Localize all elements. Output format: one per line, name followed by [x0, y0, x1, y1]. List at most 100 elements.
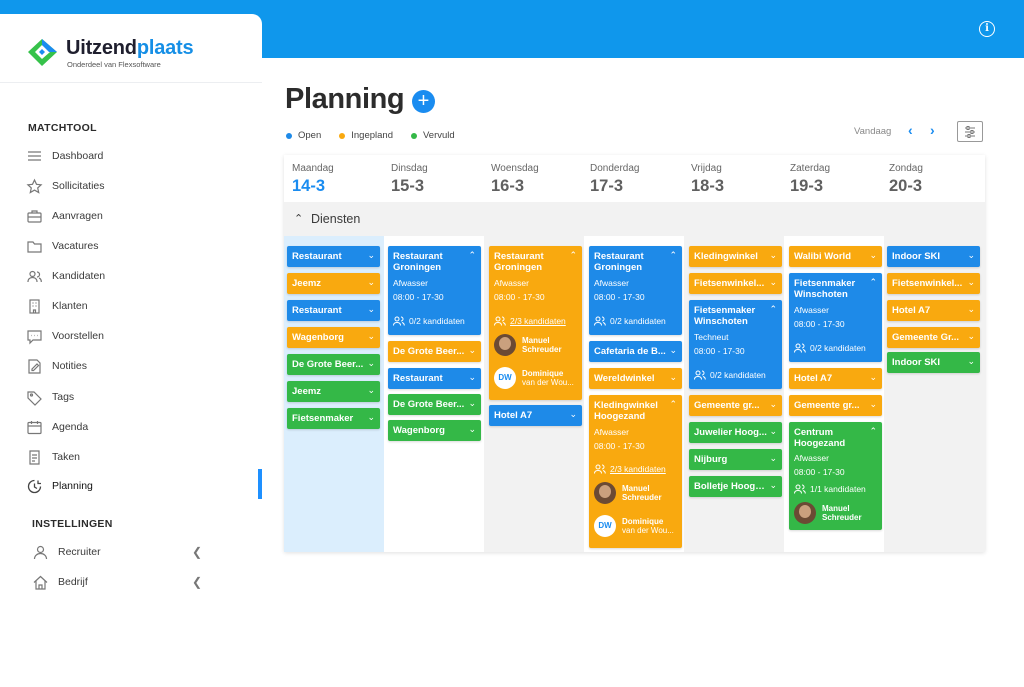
candidates-count[interactable]: 1/1 kandidaten	[794, 484, 866, 494]
chevron-down-icon[interactable]: ⌄	[367, 385, 375, 396]
today-button[interactable]: Vandaag	[854, 126, 891, 137]
shift-card[interactable]: Restaurant ⌄	[287, 300, 380, 321]
chevron-down-icon[interactable]: ⌄	[967, 331, 975, 342]
shift-card[interactable]: Gemeente Gr... ⌄	[887, 327, 980, 348]
chevron-up-icon[interactable]: ⌃	[468, 250, 476, 261]
chevron-down-icon[interactable]: ⌄	[468, 398, 476, 409]
chevron-down-icon[interactable]: ⌄	[367, 277, 375, 288]
shift-card-expanded[interactable]: Kledingwinkel Hoogezand ⌃ Afwasser 08:00 …	[589, 395, 682, 548]
shift-card[interactable]: Fietsenwinkel... ⌄	[689, 273, 782, 294]
chevron-down-icon[interactable]: ⌄	[769, 480, 777, 491]
filter-settings-button[interactable]	[957, 121, 983, 142]
shift-card[interactable]: Restaurant ⌄	[388, 368, 481, 389]
chevron-down-icon[interactable]: ⌄	[569, 409, 577, 420]
chevron-left-icon[interactable]: ❮	[192, 575, 202, 589]
sidebar-item-recruiter[interactable]: Recruiter ❮	[32, 540, 202, 564]
shift-card-expanded[interactable]: Fietsenmaker Winschoten ⌃ Techneut 08:00 …	[689, 300, 782, 389]
shift-card-expanded[interactable]: Centrum Hoogezand ⌃ Afwasser 08:00 - 17-3…	[789, 422, 882, 530]
chevron-down-icon[interactable]: ⌄	[869, 372, 877, 383]
shift-card[interactable]: Wereldwinkel ⌄	[589, 368, 682, 389]
chevron-down-icon[interactable]: ⌄	[967, 250, 975, 261]
sidebar-item-planning[interactable]: Planning	[26, 474, 236, 498]
shift-card[interactable]: Restaurant ⌄	[287, 246, 380, 267]
sidebar-item-dashboard[interactable]: Dashboard	[26, 144, 236, 168]
sidebar-item-aanvragen[interactable]: Aanvragen	[26, 204, 236, 228]
sidebar-item-tags[interactable]: Tags	[26, 385, 236, 409]
candidates-count[interactable]: 0/2 kandidaten	[594, 316, 666, 326]
chevron-down-icon[interactable]: ⌄	[769, 399, 777, 410]
shift-card[interactable]: Wagenborg ⌄	[287, 327, 380, 348]
chevron-down-icon[interactable]: ⌄	[468, 372, 476, 383]
info-icon[interactable]: i	[979, 21, 995, 37]
day-date[interactable]: 14-3	[292, 177, 325, 196]
day-date[interactable]: 17-3	[590, 177, 623, 196]
candidate-item[interactable]: DW Dominique van der Wou...	[594, 515, 674, 537]
day-date[interactable]: 15-3	[391, 177, 424, 196]
shift-card-expanded[interactable]: Fietsenmaker Winschoten ⌃ Afwasser 08:00 …	[789, 273, 882, 362]
day-date[interactable]: 18-3	[691, 177, 724, 196]
shift-card[interactable]: Gemeente gr... ⌄	[689, 395, 782, 416]
sidebar-item-vacatures[interactable]: Vacatures	[26, 234, 236, 258]
shift-card[interactable]: Hotel A7 ⌄	[489, 405, 582, 426]
shift-card[interactable]: Wagenborg ⌄	[388, 420, 481, 441]
chevron-down-icon[interactable]: ⌄	[468, 424, 476, 435]
chevron-down-icon[interactable]: ⌄	[769, 250, 777, 261]
chevron-down-icon[interactable]: ⌄	[367, 412, 375, 423]
shift-card[interactable]: Hotel A7 ⌄	[789, 368, 882, 389]
sidebar-item-agenda[interactable]: Agenda	[26, 415, 236, 439]
sidebar-item-voorstellen[interactable]: Voorstellen	[26, 324, 236, 348]
shift-card[interactable]: Juwelier Hoog... ⌄	[689, 422, 782, 443]
candidates-count[interactable]: 2/3 kandidaten	[594, 464, 666, 474]
chevron-down-icon[interactable]: ⌄	[367, 250, 375, 261]
chevron-down-icon[interactable]: ⌄	[367, 331, 375, 342]
add-button[interactable]: +	[412, 90, 435, 113]
day-date[interactable]: 19-3	[790, 177, 823, 196]
shift-card[interactable]: Fietsenmaker ⌄	[287, 408, 380, 429]
shift-card[interactable]: Indoor SKI ⌄	[887, 352, 980, 373]
shift-card-expanded[interactable]: Restaurant Groningen ⌃ Afwasser 08:00 - 1…	[388, 246, 481, 335]
shift-card[interactable]: Indoor SKI ⌄	[887, 246, 980, 267]
shift-card[interactable]: Gemeente gr... ⌄	[789, 395, 882, 416]
chevron-down-icon[interactable]: ⌄	[869, 399, 877, 410]
diensten-section-header[interactable]: ⌃ Diensten	[284, 202, 985, 236]
sidebar-item-klanten[interactable]: Klanten	[26, 294, 236, 318]
candidates-count[interactable]: 0/2 kandidaten	[393, 316, 465, 326]
candidates-count[interactable]: 0/2 kandidaten	[794, 343, 866, 353]
candidates-count[interactable]: 2/3 kandidaten	[494, 316, 566, 326]
chevron-down-icon[interactable]: ⌄	[367, 304, 375, 315]
chevron-down-icon[interactable]: ⌄	[669, 372, 677, 383]
chevron-down-icon[interactable]: ⌄	[367, 358, 375, 369]
sidebar-item-notities[interactable]: Notities	[26, 354, 236, 378]
day-date[interactable]: 20-3	[889, 177, 922, 196]
shift-card[interactable]: Kledingwinkel ⌄	[689, 246, 782, 267]
chevron-down-icon[interactable]: ⌄	[967, 304, 975, 315]
shift-card[interactable]: Jeemz ⌄	[287, 381, 380, 402]
chevron-down-icon[interactable]: ⌄	[769, 426, 777, 437]
chevron-down-icon[interactable]: ⌄	[769, 277, 777, 288]
chevron-down-icon[interactable]: ⌄	[468, 345, 476, 356]
chevron-down-icon[interactable]: ⌄	[967, 356, 975, 367]
chevron-up-icon[interactable]: ⌃	[669, 250, 677, 261]
candidate-item[interactable]: Manuel Schreuder	[594, 482, 662, 504]
shift-card[interactable]: Bolletje Hooge... ⌄	[689, 476, 782, 497]
candidates-count[interactable]: 0/2 kandidaten	[694, 370, 766, 380]
shift-card-expanded[interactable]: Restaurant Groningen ⌃ Afwasser 08:00 - 1…	[589, 246, 682, 335]
sidebar-item-taken[interactable]: Taken	[26, 445, 236, 469]
prev-week-button[interactable]: ‹	[908, 122, 913, 138]
sidebar-item-bedrijf[interactable]: Bedrijf ❮	[32, 570, 202, 594]
day-date[interactable]: 16-3	[491, 177, 524, 196]
shift-card[interactable]: Hotel A7 ⌄	[887, 300, 980, 321]
chevron-down-icon[interactable]: ⌄	[869, 250, 877, 261]
shift-card[interactable]: Fietsenwinkel... ⌄	[887, 273, 980, 294]
chevron-up-icon[interactable]: ⌃	[869, 277, 877, 288]
chevron-left-icon[interactable]: ❮	[192, 545, 202, 559]
chevron-down-icon[interactable]: ⌄	[669, 345, 677, 356]
chevron-up-icon[interactable]: ⌃	[569, 250, 577, 261]
chevron-up-icon[interactable]: ⌃	[769, 304, 777, 315]
shift-card[interactable]: De Grote Beer... ⌄	[388, 341, 481, 362]
candidate-item[interactable]: DW Dominique van der Wou...	[494, 367, 574, 389]
shift-card[interactable]: De Grote Beer... ⌄	[388, 394, 481, 415]
shift-card-expanded[interactable]: Restaurant Groningen ⌃ Afwasser 08:00 - 1…	[489, 246, 582, 400]
shift-card[interactable]: De Grote Beer... ⌄	[287, 354, 380, 375]
shift-card[interactable]: Walibi World ⌄	[789, 246, 882, 267]
